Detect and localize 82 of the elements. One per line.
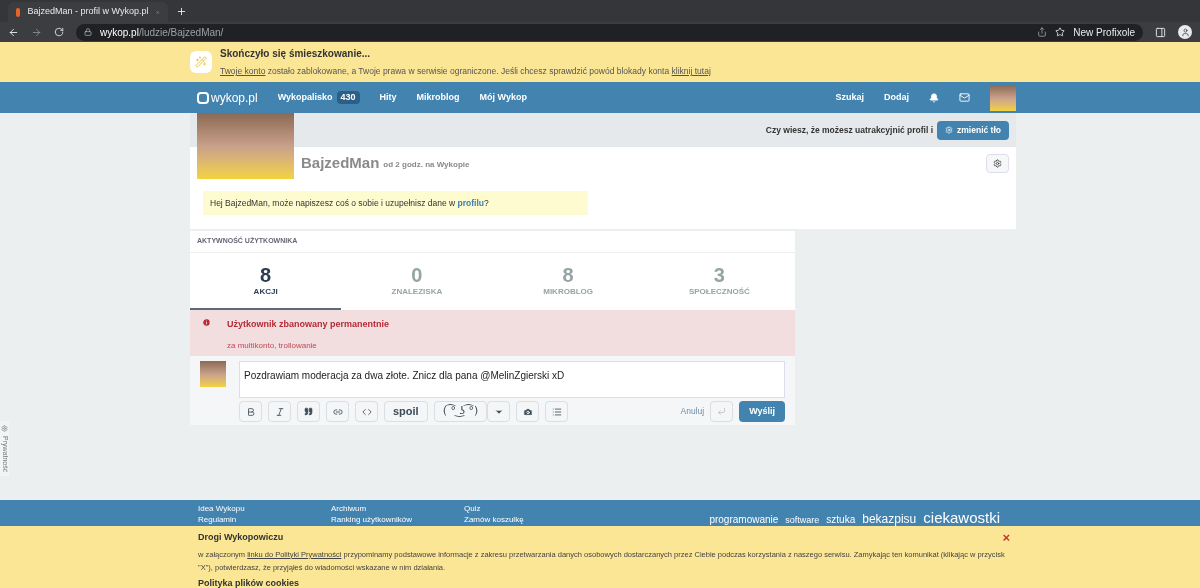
count-badge: 430 <box>336 90 360 105</box>
enter-icon <box>717 407 727 416</box>
info-icon <box>202 318 211 327</box>
footer-link[interactable]: Regulamin <box>198 514 331 525</box>
tag-link[interactable]: software <box>785 516 820 525</box>
nav-link[interactable]: Mikroblog <box>416 90 460 105</box>
camera-icon <box>522 406 533 417</box>
cookie-subtitle: Polityka plików cookies <box>198 576 301 588</box>
favicon-icon <box>16 7 20 17</box>
list-icon <box>551 406 562 417</box>
banner-text: Twoje konto zostało zablokowane, a Twoje prawa w serwisie ograniczone. Jeśli chcesz sprawdzić powód blokady konta kliknij tutaj <box>220 65 711 78</box>
footer-link[interactable]: Ranking użytkowników <box>331 514 464 525</box>
notice-text: Hej BajzedMan, może napiszesz coś o sobie i uzupełnisz dane w profilu? <box>210 196 489 210</box>
avatar-placeholder <box>990 84 1016 111</box>
site-logo[interactable]: wykop.pl <box>197 88 258 107</box>
italic-button[interactable] <box>268 401 291 422</box>
change-background-button[interactable]: zmienić tło <box>937 120 1009 140</box>
camera-button[interactable] <box>516 401 540 422</box>
bold-icon <box>245 406 256 417</box>
lock-icon <box>84 28 92 36</box>
nav-link[interactable]: Hity <box>379 90 397 105</box>
tab-title: BajzedMan - profil w Wykop.pl <box>27 5 149 19</box>
italic-icon <box>274 406 285 417</box>
click-here-link[interactable]: kliknij tutaj <box>671 66 711 77</box>
link-icon <box>332 406 343 417</box>
nav-link[interactable]: Szukaj <box>835 90 864 105</box>
lenny-face-button[interactable]: ( ͡° ͜ʖ ͡°) <box>433 401 488 422</box>
footer-link[interactable]: Archiwum <box>331 503 464 514</box>
cover-hint: Czy wiesz, że możesz uatrakcyjnić profil i <box>765 123 934 137</box>
back-icon[interactable] <box>8 26 19 38</box>
close-button[interactable]: × <box>1002 531 1010 545</box>
bold-button[interactable] <box>239 401 262 422</box>
link-button[interactable] <box>326 401 349 422</box>
ban-title: Użytkownik zbanowany permanentnie <box>227 318 390 331</box>
activity-tab[interactable]: 8 MIKROBLOG <box>492 253 644 310</box>
magic-wand-icon <box>190 51 212 73</box>
share-icon[interactable] <box>1037 27 1048 37</box>
quote-button[interactable] <box>297 401 320 422</box>
activity-tab[interactable]: 0 ZNALEZISKA <box>341 253 493 310</box>
tag-link[interactable]: programowanie <box>709 515 779 525</box>
settings-icon <box>1 425 8 432</box>
nav-link[interactable]: Dodaj <box>884 90 909 105</box>
banner-title: Skończyło się śmieszkowanie... <box>220 47 372 62</box>
footer-link[interactable]: Zamów koszulkę <box>464 514 597 525</box>
footer-link[interactable]: Idea Wykopu <box>198 503 331 514</box>
address-bar[interactable]: wykop.pl/ludzie/BajzedMan/ New Profixole <box>76 23 1143 41</box>
comment-input[interactable]: Pozdrawiam moderacja za dwa złote. Znicz dla pana @MelinZgierski xD <box>239 361 785 398</box>
profile-icon[interactable] <box>1178 25 1192 39</box>
tag-link[interactable]: ciekawostki <box>923 510 1000 525</box>
account-link[interactable]: Twoje konto <box>220 66 266 77</box>
tag-link[interactable]: bekazpisu <box>862 513 917 525</box>
bell-icon[interactable] <box>929 92 939 103</box>
forward-icon[interactable] <box>31 26 42 38</box>
footer-link[interactable]: Quiz <box>464 503 597 514</box>
star-icon[interactable] <box>1055 27 1066 37</box>
avatar-placeholder <box>200 361 226 387</box>
browser-tab[interactable]: BajzedMan - profil w Wykop.pl <box>8 2 168 22</box>
url-text: wykop.pl/ludzie/BajzedMan/ <box>100 25 224 40</box>
tag-link[interactable]: sztuka <box>826 515 856 525</box>
member-since: od 2 godz. na Wykopie <box>383 159 470 171</box>
username: BajzedMan <box>301 152 380 173</box>
side-panel-icon[interactable] <box>1155 26 1166 38</box>
send-button[interactable]: Wyślij <box>739 401 785 422</box>
logo-icon <box>197 91 209 104</box>
nav-link[interactable]: Mój Wykop <box>479 90 527 105</box>
cancel-link[interactable]: Anuluj <box>680 405 705 418</box>
mail-icon[interactable] <box>959 92 970 103</box>
code-icon <box>361 406 372 417</box>
settings-button[interactable] <box>986 153 1009 173</box>
ban-reason: za multikonto, trollowanie <box>227 339 318 352</box>
nav-link[interactable]: Wykopalisko 430 <box>277 90 360 105</box>
code-button[interactable] <box>355 401 378 422</box>
list-button[interactable] <box>545 401 569 422</box>
reload-icon[interactable] <box>54 27 64 37</box>
new-tab-icon[interactable] <box>176 6 187 17</box>
spoiler-button[interactable]: spoil <box>384 401 428 422</box>
gear-icon <box>945 126 954 134</box>
gear-icon <box>993 158 1002 168</box>
activity-tab[interactable]: 3 SPOŁECZNOŚĆ <box>643 253 795 310</box>
profile-name[interactable]: New Profixole <box>1073 24 1135 40</box>
cookie-title: Drogi Wykopowiczu <box>198 531 284 544</box>
quote-icon <box>304 407 313 416</box>
